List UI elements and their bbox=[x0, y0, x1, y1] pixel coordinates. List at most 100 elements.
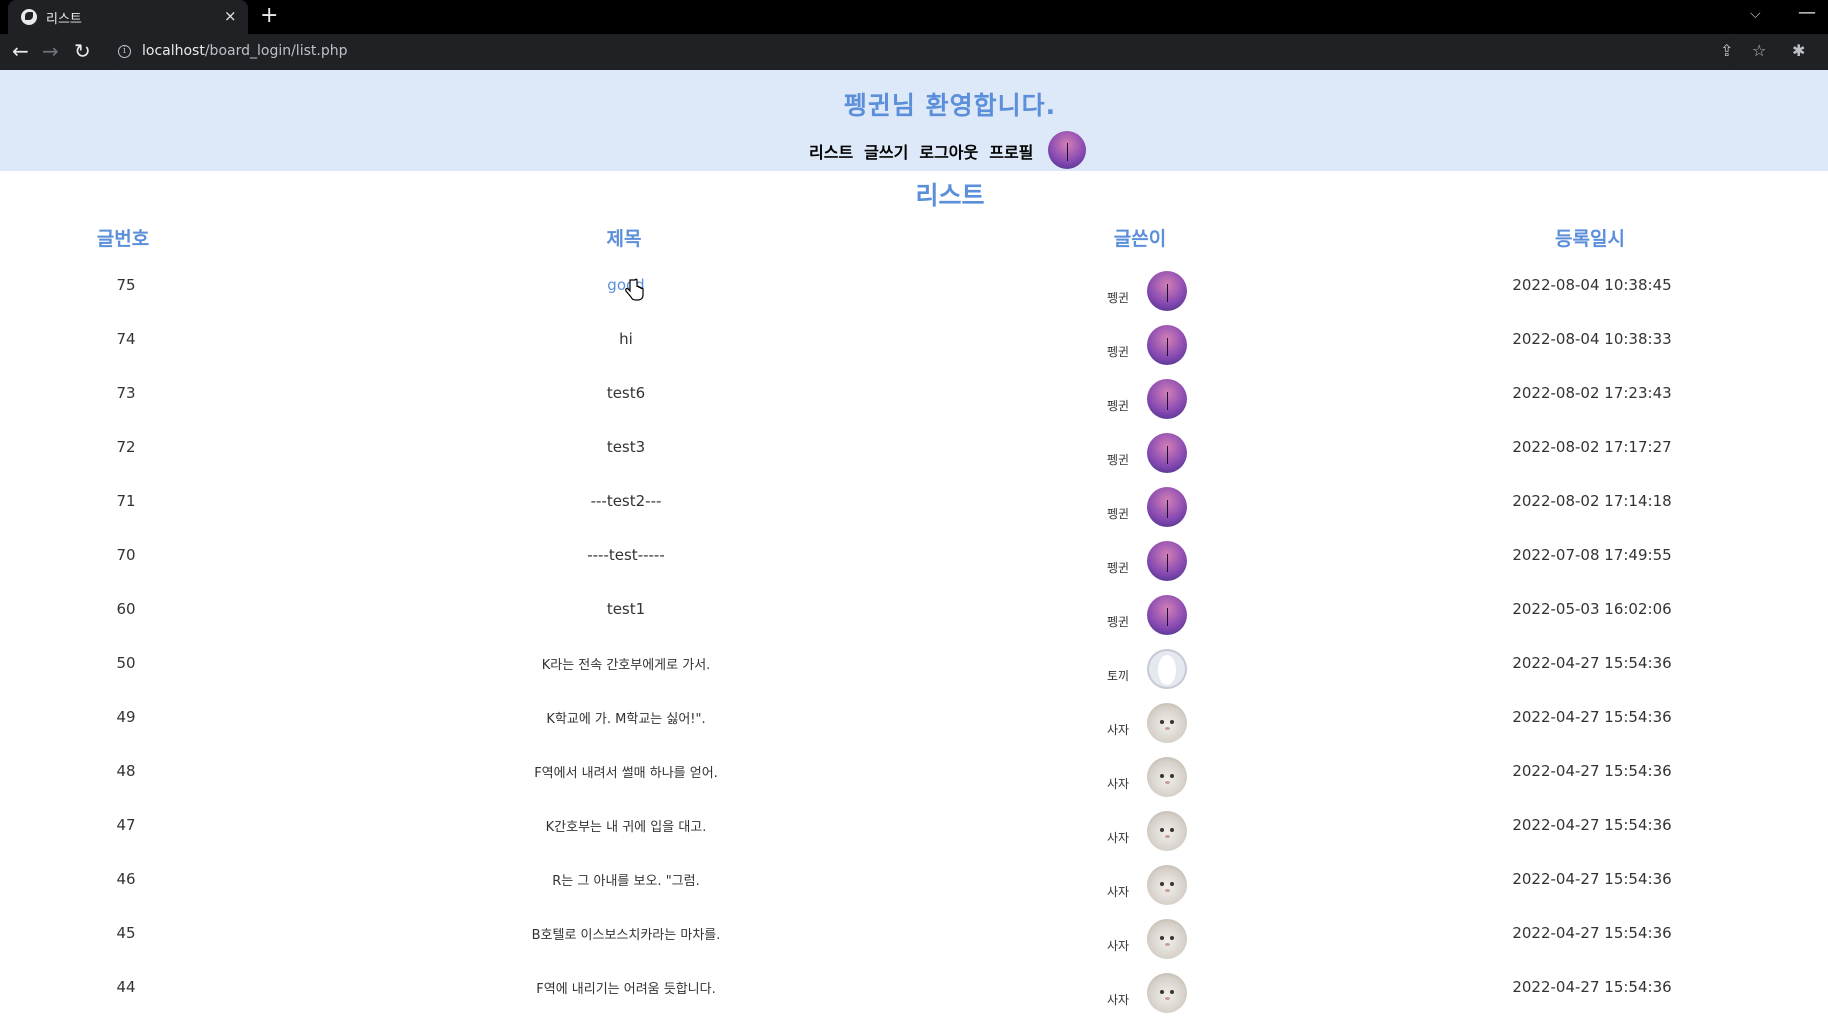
post-title-link[interactable]: B호텔로 이스보스치카라는 마차를. bbox=[532, 924, 721, 943]
post-title-link[interactable]: ----test----- bbox=[587, 546, 665, 564]
table-row: 50 K라는 전속 간호부에게로 가서. 토끼 2022-04-27 15:54:36 bbox=[0, 649, 1828, 706]
post-date: 2022-04-27 15:54:36 bbox=[1512, 654, 1672, 672]
close-icon[interactable]: × bbox=[224, 7, 237, 25]
post-title-link[interactable]: R는 그 아내를 보오. "그럼. bbox=[552, 870, 699, 889]
extensions-icon[interactable]: ✱ bbox=[1792, 41, 1805, 60]
forward-icon[interactable]: → bbox=[42, 39, 59, 63]
post-number: 48 bbox=[116, 762, 136, 780]
author-avatar bbox=[1147, 649, 1187, 689]
author-avatar bbox=[1147, 433, 1187, 473]
post-number: 44 bbox=[116, 978, 136, 996]
post-number: 46 bbox=[116, 870, 136, 888]
post-title-link[interactable]: hi bbox=[619, 330, 633, 348]
post-author: 사자 bbox=[1107, 831, 1130, 845]
table-row: 70 ----test----- 펭귄 2022-07-08 17:49:55 bbox=[0, 541, 1828, 598]
post-title-link[interactable]: F역에 내리기는 어려움 듯합니다. bbox=[536, 978, 716, 997]
globe-icon bbox=[21, 9, 37, 25]
post-title-link[interactable]: K라는 전속 간호부에게로 가서. bbox=[542, 654, 711, 673]
menu-profile-link[interactable]: 프로필 bbox=[989, 139, 1033, 163]
address-bar[interactable]: i localhost/board_login/list.php ⇪ bbox=[104, 37, 1742, 67]
table-row: 48 F역에서 내려서 썰매 하나를 얻어. 사자 2022-04-27 15:54:… bbox=[0, 757, 1828, 814]
post-title-link[interactable]: test1 bbox=[607, 600, 645, 618]
post-date: 2022-04-27 15:54:36 bbox=[1512, 870, 1672, 888]
post-date: 2022-07-08 17:49:55 bbox=[1512, 546, 1672, 564]
table-row: 60 test1 펭귄 2022-05-03 16:02:06 bbox=[0, 595, 1828, 652]
post-title-link[interactable]: ---test2--- bbox=[591, 492, 662, 510]
post-number: 71 bbox=[116, 492, 136, 510]
table-row: 49 K학교에 가. M학교는 싫어!". 사자 2022-04-27 15:54:3… bbox=[0, 703, 1828, 760]
author-avatar bbox=[1147, 973, 1187, 1013]
post-number: 73 bbox=[116, 384, 136, 402]
post-date: 2022-08-02 17:23:43 bbox=[1512, 384, 1672, 402]
post-number: 70 bbox=[116, 546, 136, 564]
author-avatar bbox=[1147, 757, 1187, 797]
post-date: 2022-04-27 15:54:36 bbox=[1512, 762, 1672, 780]
minimize-button[interactable]: — bbox=[1798, 2, 1816, 23]
post-title-link[interactable]: test6 bbox=[607, 384, 645, 402]
info-icon[interactable]: i bbox=[118, 45, 131, 58]
table-row: 46 R는 그 아내를 보오. "그럼. 사자 2022-04-27 15:54:36 bbox=[0, 865, 1828, 922]
author-avatar bbox=[1147, 541, 1187, 581]
back-icon[interactable]: ← bbox=[12, 39, 29, 63]
hand-cursor-icon bbox=[625, 278, 644, 301]
table-row: 44 F역에 내리기는 어려움 듯합니다. 사자 2022-04-27 15:54:3… bbox=[0, 973, 1828, 1030]
post-author: 사자 bbox=[1107, 777, 1130, 791]
post-title-link[interactable]: K간호부는 내 귀에 입을 대고. bbox=[546, 816, 707, 835]
author-avatar bbox=[1147, 379, 1187, 419]
post-title-link[interactable]: F역에서 내려서 썰매 하나를 얻어. bbox=[534, 762, 718, 781]
table-row: 75 good 펭귄 2022-08-04 10:38:45 bbox=[0, 271, 1828, 328]
table-row: 74 hi 펭귄 2022-08-04 10:38:33 bbox=[0, 325, 1828, 382]
author-avatar bbox=[1147, 595, 1187, 635]
post-number: 50 bbox=[116, 654, 136, 672]
browser-tab-bar: 리스트 × + ⌵ — bbox=[0, 0, 1828, 34]
post-date: 2022-04-27 15:54:36 bbox=[1512, 978, 1672, 996]
post-author: 사자 bbox=[1107, 885, 1130, 899]
author-avatar bbox=[1147, 703, 1187, 743]
menu-write-link[interactable]: 글쓰기 bbox=[864, 139, 908, 163]
url-text[interactable]: localhost/board_login/list.php bbox=[142, 43, 347, 59]
post-number: 49 bbox=[116, 708, 136, 726]
main-menu: 리스트 글쓰기 로그아웃 프로필 bbox=[809, 131, 1087, 169]
column-header-date: 등록일시 bbox=[1555, 228, 1625, 250]
post-number: 45 bbox=[116, 924, 136, 942]
browser-tab[interactable]: 리스트 × bbox=[8, 0, 248, 34]
author-avatar bbox=[1147, 271, 1187, 311]
column-header-title: 제목 bbox=[606, 228, 642, 250]
column-header-num: 글번호 bbox=[96, 228, 150, 250]
post-date: 2022-08-02 17:17:27 bbox=[1512, 438, 1672, 456]
profile-avatar[interactable] bbox=[1048, 131, 1087, 169]
tab-title: 리스트 bbox=[46, 12, 82, 27]
new-tab-button[interactable]: + bbox=[260, 3, 278, 28]
post-date: 2022-08-04 10:38:33 bbox=[1512, 330, 1672, 348]
post-author: 펭귄 bbox=[1107, 399, 1130, 413]
menu-list-link[interactable]: 리스트 bbox=[809, 139, 853, 163]
post-author: 펭귄 bbox=[1107, 615, 1130, 629]
post-title-link[interactable]: test3 bbox=[607, 438, 645, 456]
post-date: 2022-08-04 10:38:45 bbox=[1512, 276, 1672, 294]
author-avatar bbox=[1147, 919, 1187, 959]
post-number: 47 bbox=[116, 816, 136, 834]
table-row: 71 ---test2--- 펭귄 2022-08-02 17:14:18 bbox=[0, 487, 1828, 544]
post-date: 2022-05-03 16:02:06 bbox=[1512, 600, 1672, 618]
table-row: 45 B호텔로 이스보스치카라는 마차를. 사자 2022-04-27 15:54:3… bbox=[0, 919, 1828, 976]
share-icon[interactable]: ⇪ bbox=[1720, 41, 1733, 60]
chevron-down-icon[interactable]: ⌵ bbox=[1750, 6, 1761, 22]
post-author: 펭귄 bbox=[1107, 507, 1130, 521]
star-icon[interactable]: ☆ bbox=[1752, 41, 1766, 60]
post-author: 사자 bbox=[1107, 939, 1130, 953]
post-author: 펭귄 bbox=[1107, 453, 1130, 467]
post-date: 2022-04-27 15:54:36 bbox=[1512, 816, 1672, 834]
post-author: 펭귄 bbox=[1107, 291, 1130, 305]
menu-logout-link[interactable]: 로그아웃 bbox=[919, 139, 978, 163]
post-number: 74 bbox=[116, 330, 136, 348]
list-title: 리스트 bbox=[915, 181, 985, 210]
post-author: 사자 bbox=[1107, 723, 1130, 737]
author-avatar bbox=[1147, 865, 1187, 905]
post-title-link[interactable]: K학교에 가. M학교는 싫어!". bbox=[546, 708, 705, 727]
welcome-message: 펭귄님 환영합니다. bbox=[843, 91, 1057, 120]
browser-toolbar: ← → ↻ i localhost/board_login/list.php ⇪… bbox=[0, 34, 1828, 70]
table-row: 72 test3 펭귄 2022-08-02 17:17:27 bbox=[0, 433, 1828, 490]
post-author: 펭귄 bbox=[1107, 561, 1130, 575]
reload-icon[interactable]: ↻ bbox=[74, 39, 91, 63]
post-date: 2022-04-27 15:54:36 bbox=[1512, 924, 1672, 942]
